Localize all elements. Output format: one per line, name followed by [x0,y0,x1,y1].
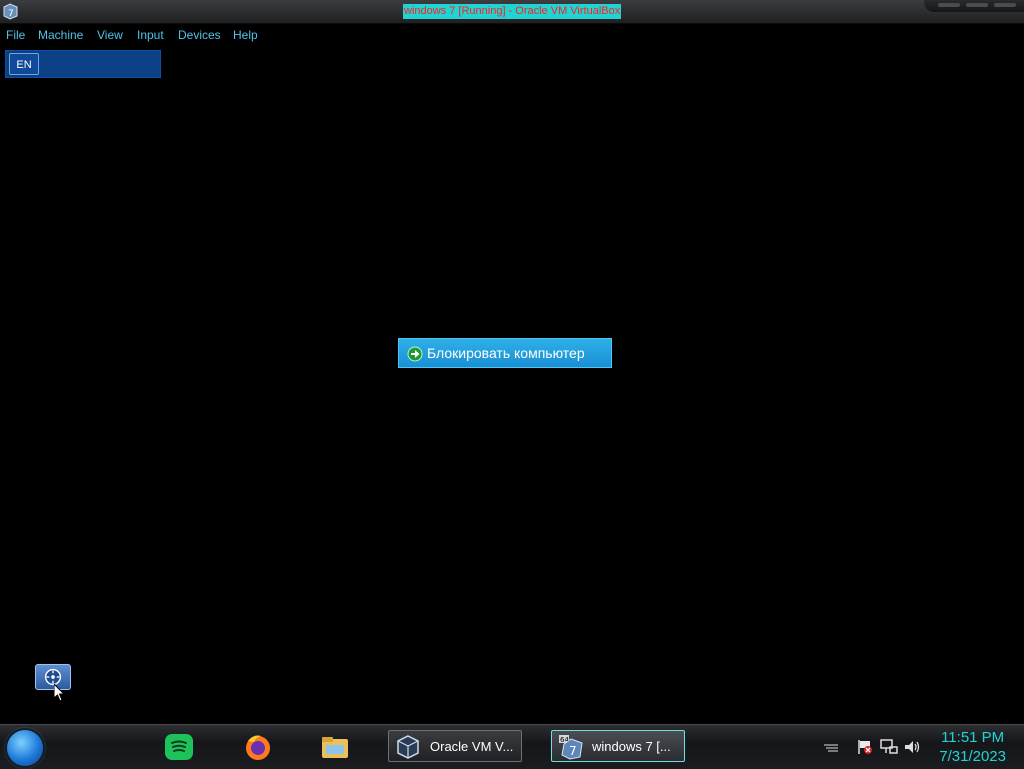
language-bar[interactable]: EN [5,50,161,78]
menu-machine[interactable]: Machine [38,27,83,43]
taskbar-button-label: windows 7 [... [592,739,671,754]
lock-computer-button[interactable]: Блокировать компьютер [398,338,612,368]
svg-text:7: 7 [8,9,14,19]
menu-view[interactable]: View [97,27,123,43]
window-title: windows 7 [Running] - Oracle VM VirtualB… [403,4,622,19]
volume-icon[interactable] [904,739,922,755]
lock-computer-label: Блокировать компьютер [427,345,585,361]
menu-input[interactable]: Input [137,27,164,43]
taskbar-button-windows7-vm[interactable]: 64 7 windows 7 [... [551,730,685,762]
svg-text:7: 7 [569,744,577,758]
clock-date: 7/31/2023 [939,748,1006,765]
taskbar-button-label: Oracle VM V... [430,739,514,754]
window-controls[interactable] [924,0,1024,12]
action-center-flag-icon[interactable] [856,739,874,755]
spotify-icon[interactable] [164,732,194,762]
menu-bar: File Machine View Input Devices Help [0,24,1024,46]
show-hidden-icons-icon[interactable] [822,739,840,755]
language-button[interactable]: EN [9,53,39,75]
arrow-right-icon [407,346,423,362]
file-explorer-icon[interactable] [320,732,350,762]
virtualbox-vm-icon: 64 7 [559,735,583,760]
menu-file[interactable]: File [6,27,25,43]
menu-devices[interactable]: Devices [178,27,221,43]
firefox-icon[interactable] [243,732,273,762]
network-icon[interactable] [880,739,898,755]
clock-time: 11:51 PM [941,729,1005,746]
taskbar-button-virtualbox-manager[interactable]: Oracle VM V... [388,730,522,762]
mouse-cursor-icon [54,684,66,702]
virtualbox-icon [397,735,419,759]
virtualbox-vm-icon[interactable]: 7 [2,3,19,20]
title-bar[interactable]: 7 windows 7 [Running] - Oracle VM Virtua… [0,0,1024,24]
taskbar-clock[interactable]: 11:51 PM 7/31/2023 [939,728,1006,766]
menu-help[interactable]: Help [233,27,258,43]
start-orb[interactable] [7,730,43,766]
taskbar: Oracle VM V... 64 7 windows 7 [... 11:51… [0,724,1024,769]
